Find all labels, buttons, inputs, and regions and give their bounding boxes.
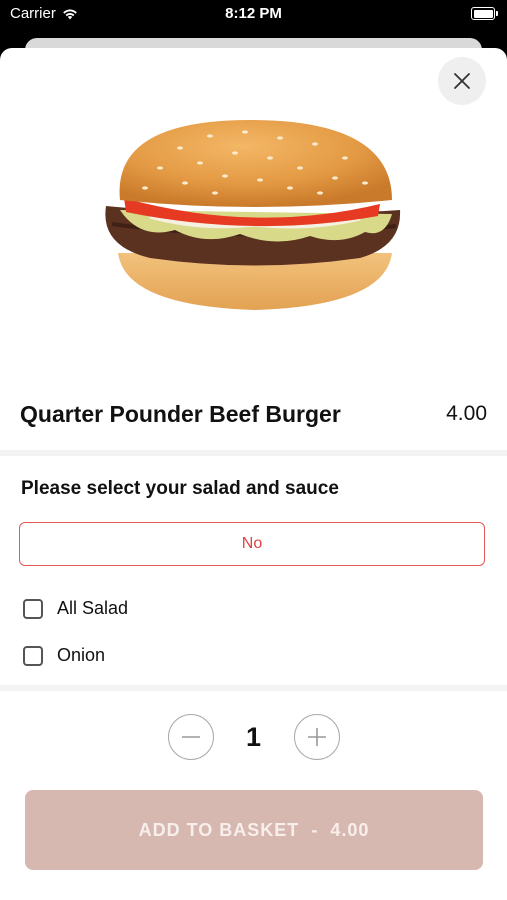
minus-circle-icon (181, 736, 200, 738)
increase-quantity-button[interactable] (293, 714, 340, 760)
quantity-stepper: 1 (0, 713, 507, 761)
option-label: Onion (57, 645, 106, 665)
product-title: Quarter Pounder Beef Burger (20, 400, 341, 427)
add-to-basket-button[interactable]: ADD TO BASKET - 4.00 (25, 790, 483, 870)
battery-icon (471, 7, 498, 20)
select-value: No (241, 535, 263, 552)
close-icon (454, 73, 470, 89)
product-header: Quarter Pounder Beef Burger 4.00 (20, 398, 487, 430)
section-divider (0, 685, 507, 691)
add-button-label: ADD TO BASKET (138, 819, 300, 840)
burger-image (105, 120, 401, 310)
status-bar: Carrier 8:12 PM (0, 0, 507, 30)
option-onion[interactable]: Onion (23, 645, 105, 666)
checkbox[interactable] (23, 598, 43, 619)
plus-circle-icon (307, 728, 326, 746)
decrease-quantity-button[interactable] (167, 714, 214, 760)
checkbox[interactable] (23, 645, 43, 666)
close-button[interactable] (438, 57, 486, 105)
section-divider (0, 450, 507, 456)
add-button-separator: - (311, 819, 319, 840)
product-sheet: Quarter Pounder Beef Burger 4.00 Please … (0, 48, 507, 900)
options-heading: Please select your salad and sauce (21, 478, 339, 499)
option-all-salad[interactable]: All Salad (23, 598, 128, 619)
quantity-value: 1 (245, 721, 262, 752)
status-time: 8:12 PM (225, 5, 282, 22)
salad-sauce-select[interactable]: No (19, 522, 485, 566)
add-button-price: 4.00 (330, 819, 370, 840)
product-price: 4.00 (446, 402, 487, 425)
option-label: All Salad (57, 598, 129, 618)
